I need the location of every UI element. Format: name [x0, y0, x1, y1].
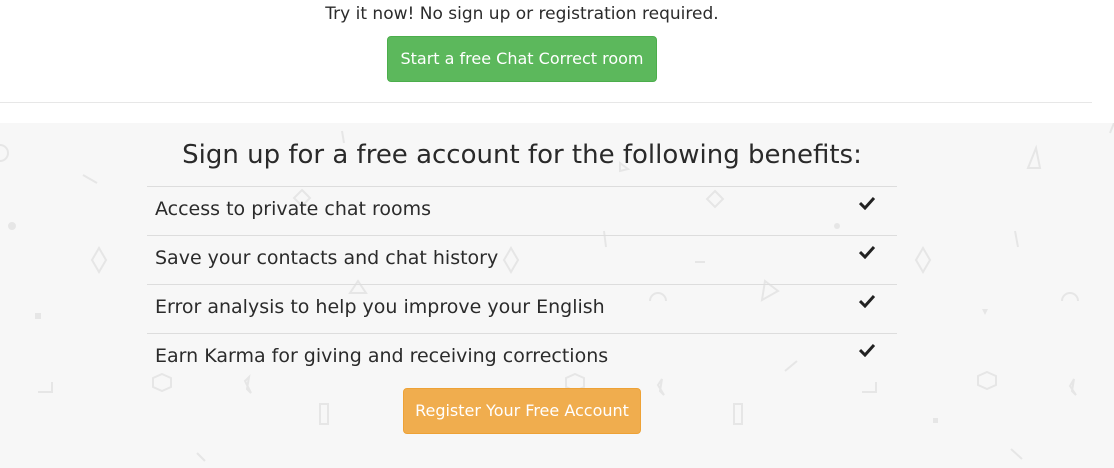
check-icon: [859, 343, 875, 357]
benefits-section: Sign up for a free account for the follo…: [0, 123, 1114, 468]
benefit-label: Error analysis to help you improve your …: [155, 296, 605, 318]
benefit-row-error-analysis: Error analysis to help you improve your …: [147, 285, 897, 334]
check-icon: [859, 294, 875, 308]
benefit-label: Save your contacts and chat history: [155, 247, 499, 269]
benefit-label: Earn Karma for giving and receiving corr…: [155, 345, 609, 367]
section-divider: [0, 102, 1092, 103]
benefits-list: Access to private chat rooms Save your c…: [147, 186, 897, 382]
check-icon: [859, 245, 875, 259]
benefit-row-karma: Earn Karma for giving and receiving corr…: [147, 334, 897, 382]
benefits-heading: Sign up for a free account for the follo…: [182, 140, 862, 170]
benefit-label: Access to private chat rooms: [155, 198, 432, 220]
try-now-tagline: Try it now! No sign up or registration r…: [325, 4, 719, 24]
benefit-row-private-rooms: Access to private chat rooms: [147, 187, 897, 236]
start-chat-room-button[interactable]: Start a free Chat Correct room: [387, 36, 657, 82]
register-account-button[interactable]: Register Your Free Account: [403, 388, 641, 434]
benefit-row-contacts-history: Save your contacts and chat history: [147, 236, 897, 285]
try-now-section: Try it now! No sign up or registration r…: [0, 0, 1114, 123]
check-icon: [859, 196, 875, 210]
